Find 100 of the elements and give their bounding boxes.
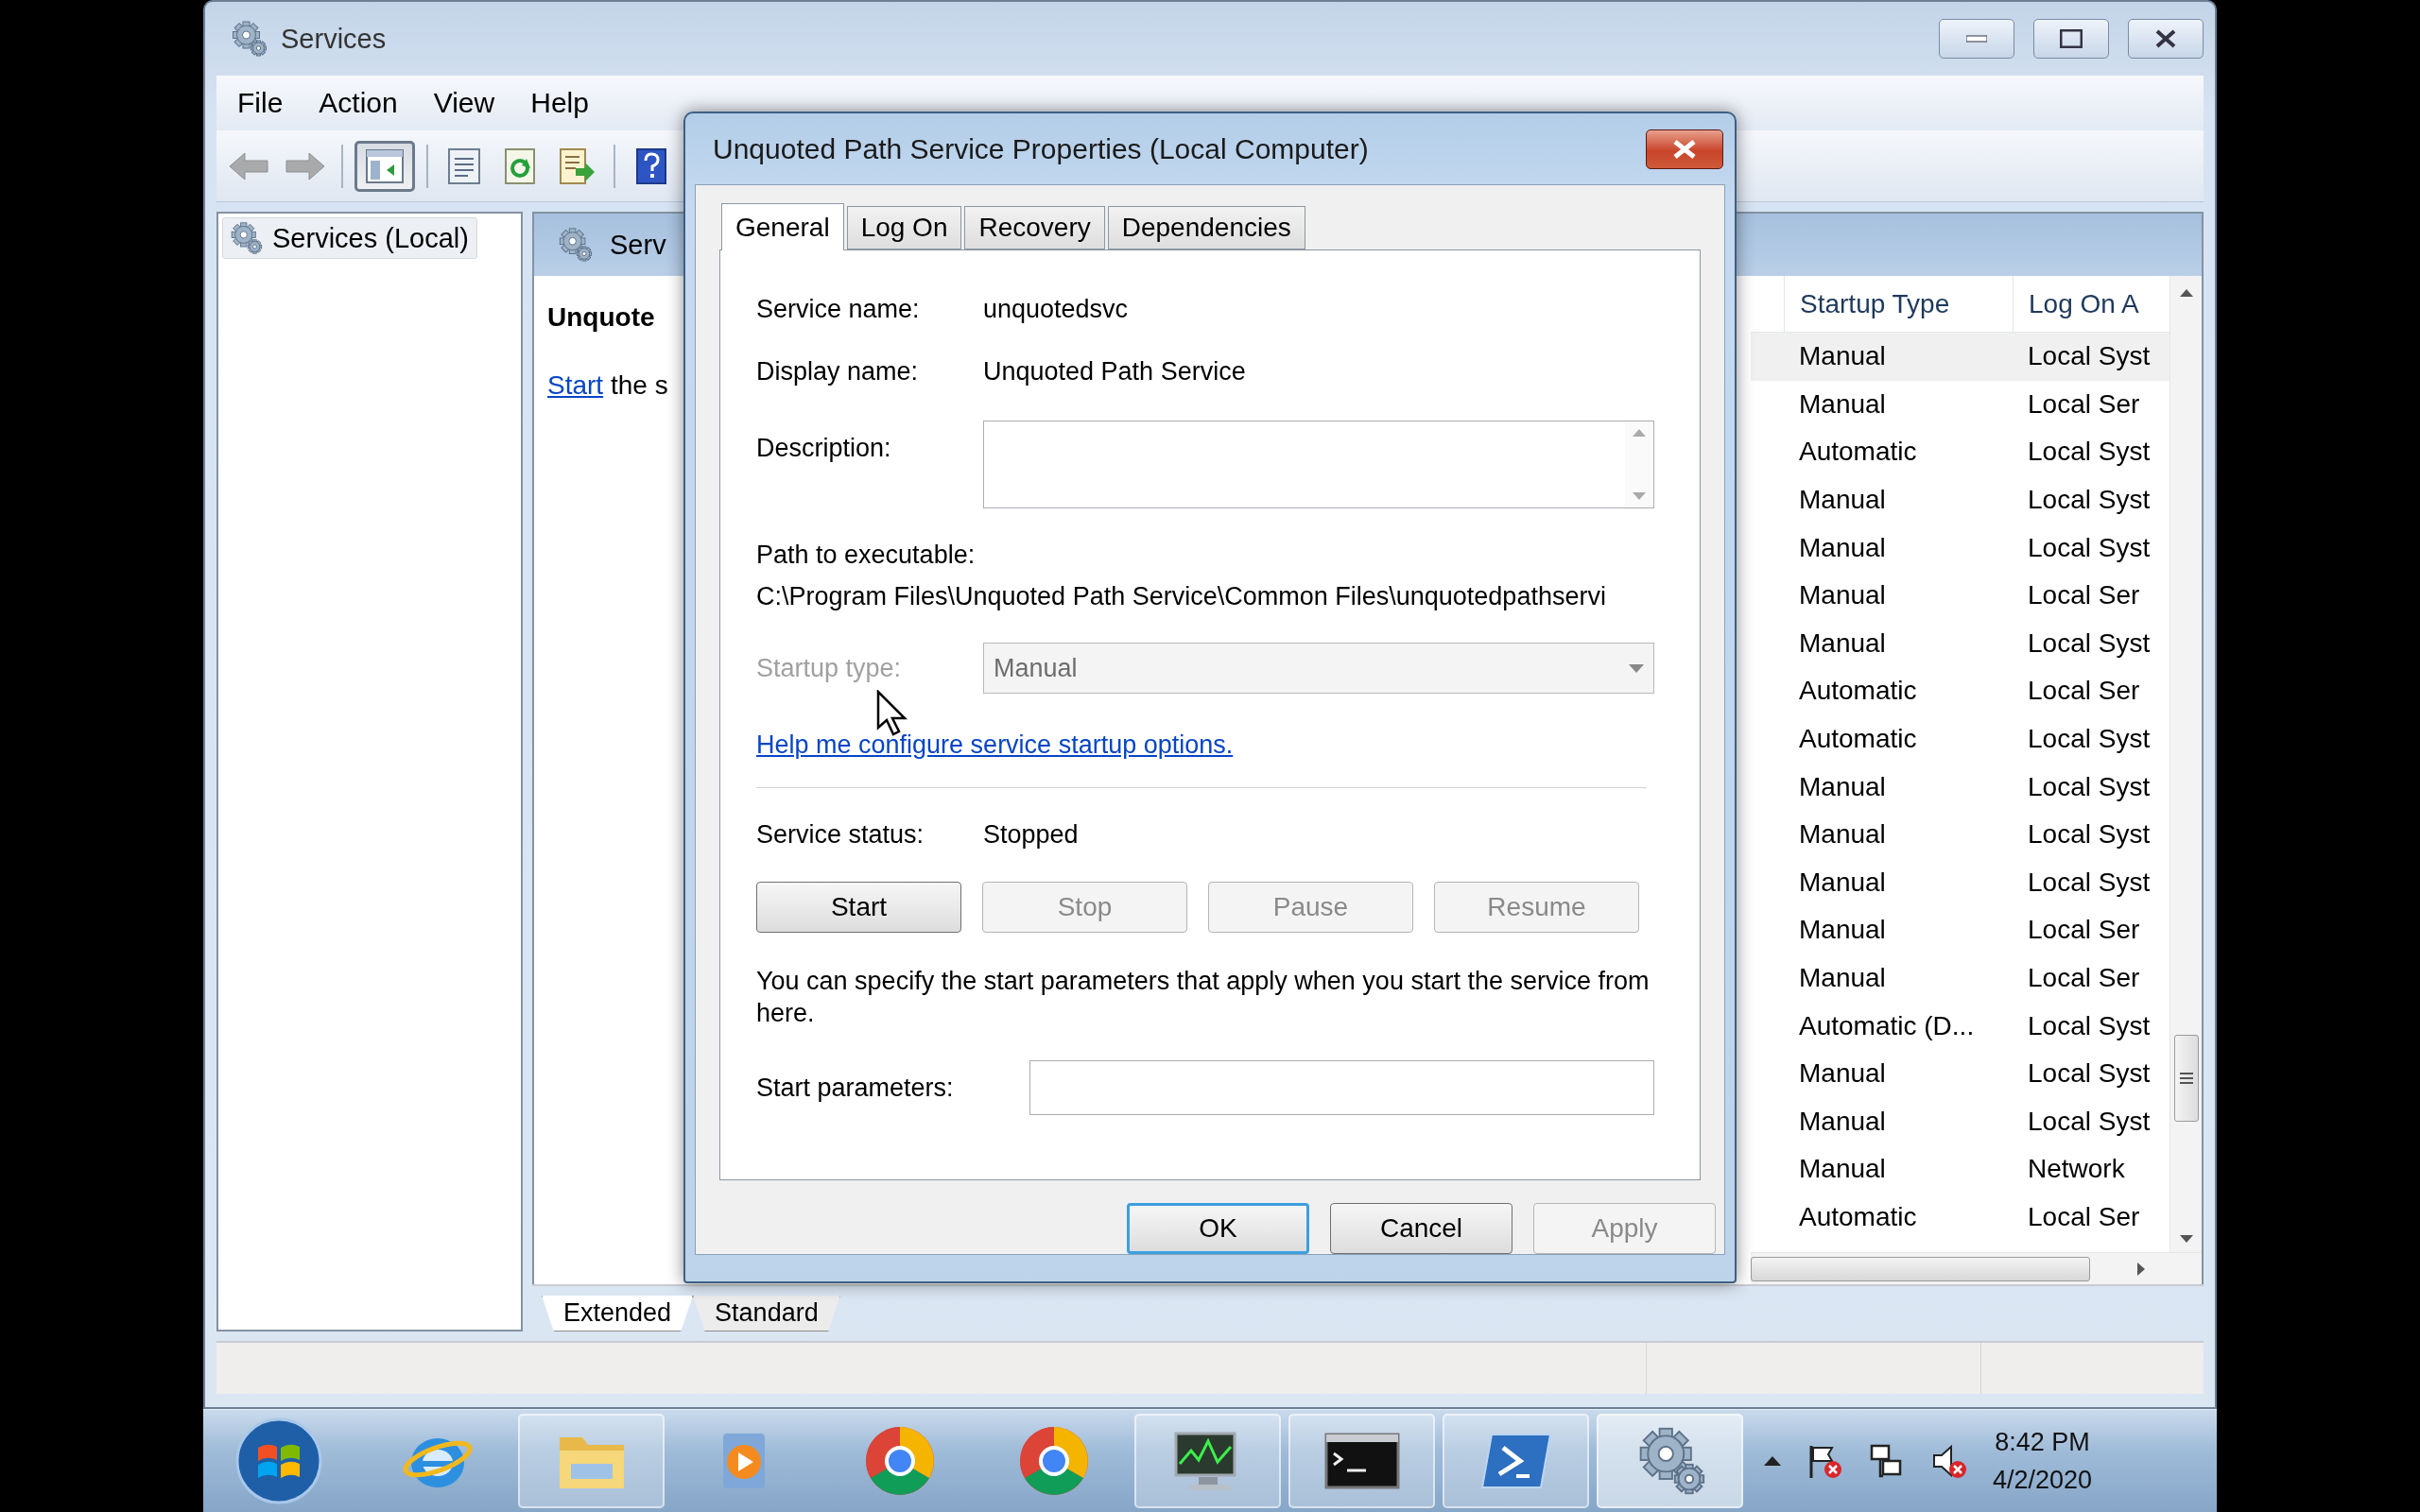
- start-parameters-field[interactable]: [1029, 1060, 1654, 1115]
- command-prompt-icon: [1323, 1433, 1400, 1489]
- clock-time: 8:42 PM: [1995, 1427, 2090, 1458]
- scroll-right-icon: [2137, 1262, 2145, 1276]
- forward-arrow-icon: [285, 149, 326, 182]
- dialog-title: Unquoted Path Service Properties (Local Computer): [713, 132, 1369, 165]
- startup-type-cell-text: Automatic (D...: [1798, 1010, 1976, 1041]
- clock[interactable]: 8:42 PM 4/2/2020: [1993, 1423, 2093, 1499]
- field-label: Display name:: [756, 356, 920, 387]
- service-row[interactable]: Manual Local Ser: [1751, 380, 2169, 429]
- service-name-value: unquotedsvc: [983, 294, 1129, 324]
- description-field[interactable]: [983, 421, 1654, 508]
- service-row[interactable]: Manual Local Syst: [1751, 858, 2169, 907]
- startup-type-cell-text: Automatic: [1798, 724, 1918, 755]
- dialog-close-button[interactable]: [1646, 129, 1723, 169]
- service-row[interactable]: Manual Local Syst: [1751, 1049, 2169, 1098]
- menu-item[interactable]: View: [420, 83, 509, 123]
- service-row[interactable]: Automatic Local Ser: [1751, 1193, 2169, 1242]
- service-row[interactable]: Manual Local Syst: [1751, 333, 2169, 381]
- menu-item[interactable]: File: [224, 83, 297, 123]
- startup-type-cell-text: Manual: [1798, 819, 1887, 850]
- dialog-tab[interactable]: Dependencies: [1107, 206, 1305, 249]
- startup-type-cell-text: Manual: [1798, 627, 1887, 659]
- startup-type-cell-text: Manual: [1798, 963, 1887, 993]
- service-row[interactable]: Manual Local Syst: [1751, 763, 2169, 811]
- window-title: Services: [281, 23, 387, 55]
- muted-speaker-icon[interactable]: [1930, 1442, 1968, 1480]
- help-link[interactable]: Help me configure service startup options.: [756, 730, 1234, 760]
- log-on-cell-text: Network: [2027, 1154, 2126, 1185]
- minimize-icon: [1966, 35, 1987, 43]
- services-gear-icon: [557, 227, 593, 263]
- service-row[interactable]: Manual Local Ser: [1751, 571, 2169, 620]
- service-row[interactable]: Manual Local Syst: [1751, 524, 2169, 572]
- view-tab[interactable]: Standard: [693, 1296, 840, 1332]
- start-orb-icon: [233, 1416, 324, 1506]
- service-row[interactable]: Manual Local Syst: [1751, 475, 2169, 524]
- scroll-down-icon: [1633, 492, 1646, 500]
- taskbar-button[interactable]: [1288, 1414, 1435, 1508]
- dialog-tab[interactable]: General: [721, 203, 844, 250]
- scroll-up-icon: [2179, 289, 2193, 297]
- startup-type-cell-text: Manual: [1798, 915, 1887, 946]
- properties-icon: [447, 146, 481, 185]
- startup-type-cell-text: Manual: [1798, 388, 1887, 420]
- service-control-button[interactable]: Start: [756, 882, 961, 933]
- grip-icon: [2179, 1072, 2193, 1085]
- log-on-cell-text: Local Syst: [2027, 437, 2152, 468]
- service-row[interactable]: Manual Local Ser: [1751, 906, 2169, 954]
- log-on-cell-text: Local Syst: [2027, 1106, 2152, 1137]
- taskbar-button[interactable]: [1134, 1414, 1281, 1508]
- horizontal-scrollbar[interactable]: [1751, 1252, 2202, 1284]
- maximize-button[interactable]: [2033, 19, 2109, 59]
- view-tab[interactable]: Extended: [542, 1296, 694, 1332]
- service-row[interactable]: Automatic (D... Local Syst: [1751, 1002, 2169, 1050]
- dialog-tab[interactable]: Recovery: [964, 206, 1105, 249]
- startup-type-cell-text: Manual: [1798, 580, 1887, 611]
- startup-type-cell-text: Manual: [1798, 532, 1887, 563]
- log-on-cell-text: Local Ser: [2027, 580, 2141, 611]
- services-gear-icon: [230, 20, 268, 58]
- clock-date: 4/2/2020: [1993, 1465, 2093, 1496]
- column-header[interactable]: Startup Type: [1784, 276, 2013, 332]
- log-on-cell-text: Local Ser: [2027, 1202, 2141, 1232]
- field-label: Description:: [756, 434, 892, 463]
- log-on-cell-text: Local Syst: [2027, 341, 2152, 372]
- dialog-button[interactable]: OK: [1127, 1203, 1309, 1254]
- startup-type-cell-text: Manual: [1798, 1058, 1887, 1090]
- dropdown-arrow-icon: [1629, 663, 1644, 673]
- service-row[interactable]: Automatic Local Syst: [1751, 714, 2169, 764]
- description-text: the s: [610, 370, 668, 400]
- service-row[interactable]: Manual Network: [1751, 1145, 2169, 1194]
- startup-type-cell-text: Manual: [1798, 1154, 1887, 1185]
- startup-type-cell-text: Manual: [1798, 867, 1887, 898]
- tree-item[interactable]: Services (Local): [222, 217, 477, 259]
- service-row[interactable]: Automatic Local Syst: [1751, 428, 2169, 476]
- display-name-value: Unquoted Path Service: [983, 356, 1246, 387]
- service-row[interactable]: Manual Local Syst: [1751, 1097, 2169, 1146]
- service-status-value: Stopped: [983, 819, 1079, 850]
- field-label: Service name:: [756, 294, 921, 324]
- dialog-tab[interactable]: Log On: [846, 206, 962, 249]
- startup-type-cell-text: Manual: [1798, 1106, 1887, 1137]
- service-row[interactable]: Manual Local Ser: [1751, 954, 2169, 1003]
- tree-item-label: Services (Local): [272, 222, 469, 254]
- show-hidden-icons-icon[interactable]: [1764, 1456, 1781, 1466]
- console-tree-icon: [366, 148, 404, 183]
- start-link[interactable]: Start: [547, 370, 604, 400]
- service-row[interactable]: Manual Local Syst: [1751, 619, 2169, 668]
- field-label: Service status:: [756, 819, 925, 850]
- startup-type-cell-text: Automatic: [1798, 1202, 1918, 1232]
- service-row[interactable]: Manual Local Syst: [1751, 810, 2169, 859]
- log-on-cell-text: Local Ser: [2027, 388, 2141, 420]
- close-icon: [2154, 28, 2177, 49]
- service-row[interactable]: Automatic Local Ser: [1751, 667, 2169, 715]
- minimize-button[interactable]: [1939, 19, 2014, 59]
- menu-item[interactable]: Help: [517, 83, 602, 123]
- export-list-icon: [559, 146, 596, 185]
- log-on-cell-text: Local Syst: [2027, 627, 2152, 659]
- instruction-text: You can specify the start parameters that apply when you start the service from here.: [756, 966, 1651, 1029]
- dialog-button[interactable]: Cancel: [1330, 1203, 1512, 1254]
- vertical-scrollbar[interactable]: [2169, 276, 2202, 1252]
- menu-item[interactable]: Action: [305, 83, 411, 123]
- close-button[interactable]: [2128, 19, 2204, 59]
